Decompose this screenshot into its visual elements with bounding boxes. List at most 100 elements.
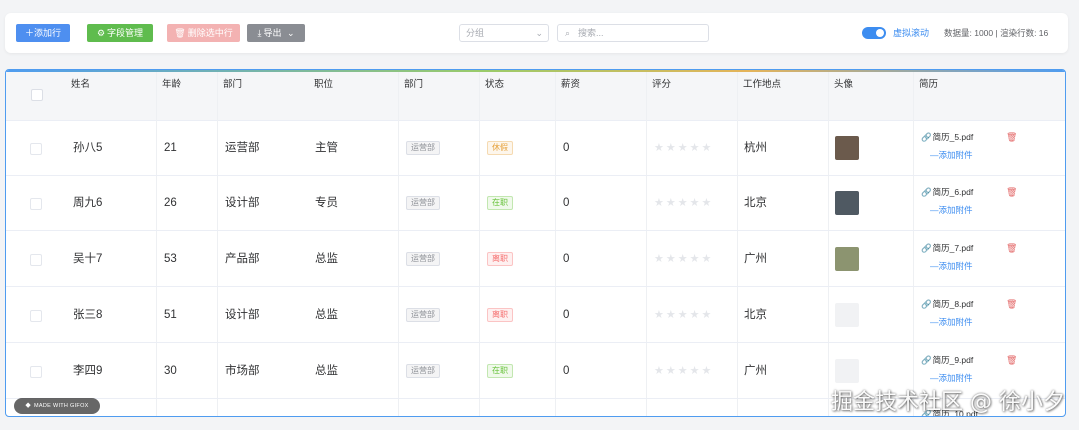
- cell-dept: 设计部: [225, 309, 260, 321]
- header-rating[interactable]: 评分: [652, 79, 671, 91]
- header-position[interactable]: 职位: [314, 79, 333, 91]
- header-location[interactable]: 工作地点: [743, 79, 781, 91]
- header-salary[interactable]: 薪资: [561, 79, 580, 91]
- header-dept[interactable]: 部门: [223, 79, 242, 91]
- chevron-down-icon: ⌄: [286, 28, 295, 38]
- cell-position: 总监: [315, 309, 338, 321]
- delete-file-icon[interactable]: 🗑: [1006, 132, 1017, 143]
- rating-stars[interactable]: ★★★★★: [654, 196, 713, 209]
- table-row[interactable]: 周九6 26 设计部 专员 运营部 在职 0 ★★★★★ 北京 🔗简历_6.pd…: [6, 175, 1065, 231]
- cell-salary: 0: [563, 365, 570, 377]
- cell-age: 26: [164, 197, 177, 209]
- rating-stars[interactable]: ★★★★★: [654, 308, 713, 321]
- add-attachment-link[interactable]: —添加附件: [930, 373, 973, 384]
- row-checkbox[interactable]: [30, 254, 42, 266]
- add-attachment-link[interactable]: —添加附件: [930, 261, 973, 272]
- field-manage-label: 字段管理: [107, 28, 144, 38]
- cell-name: 周九6: [73, 197, 103, 209]
- paperclip-icon: 🔗: [921, 355, 932, 365]
- paperclip-icon: 🔗: [921, 132, 932, 142]
- add-attachment-link[interactable]: —添加附件: [930, 317, 973, 328]
- cell-position: 总监: [315, 253, 338, 265]
- status-badge: 休假: [487, 141, 513, 155]
- status-badge: 离职: [487, 308, 513, 322]
- cell-salary: 0: [563, 142, 570, 154]
- gifox-label: MADE WITH GIFOX: [34, 403, 89, 409]
- table-row[interactable]: 孙八5 21 运营部 主管 运营部 休假 0 ★★★★★ 杭州 🔗简历_5.pd…: [6, 120, 1065, 176]
- resume-file-name: 简历_5.pdf: [932, 132, 974, 142]
- cell-age: 51: [164, 309, 177, 321]
- minus-icon: —: [930, 373, 939, 383]
- dept-tag: 运营部: [406, 364, 440, 378]
- header-name[interactable]: 姓名: [71, 79, 90, 91]
- add-attachment-link[interactable]: —添加附件: [930, 150, 973, 161]
- toggle-knob: [876, 29, 884, 37]
- header-avatar[interactable]: 头像: [834, 79, 853, 91]
- status-badge: 在职: [487, 364, 513, 378]
- add-row-label: ＋添加行: [24, 28, 61, 38]
- header-resume[interactable]: 简历: [919, 79, 938, 91]
- fox-icon: ◆: [25, 402, 32, 409]
- row-checkbox[interactable]: [30, 310, 42, 322]
- trash-icon: 🗑: [174, 28, 186, 38]
- resume-link[interactable]: 🔗简历_7.pdf: [921, 243, 973, 254]
- cell-position: 主管: [315, 142, 338, 154]
- table-row[interactable]: 吴十7 53 产品部 总监 运营部 离职 0 ★★★★★ 广州 🔗简历_7.pd…: [6, 231, 1065, 287]
- avatar-thumbnail[interactable]: [835, 247, 859, 271]
- gifox-badge: ◆ MADE WITH GIFOX: [14, 398, 100, 414]
- avatar-thumbnail[interactable]: [835, 191, 859, 215]
- dept-tag: 运营部: [406, 308, 440, 322]
- cell-dept: 市场部: [225, 365, 260, 377]
- row-checkbox[interactable]: [30, 198, 42, 210]
- dept-tag: 运营部: [406, 252, 440, 266]
- data-table: 姓名 年龄 部门 职位 部门 状态 薪资 评分 工作地点 头像 简历 孙八5 2…: [5, 69, 1066, 417]
- virtual-scroll-toggle[interactable]: [862, 27, 886, 39]
- delete-selected-label: 删除选中行: [187, 28, 233, 38]
- resume-file-name: 简历_8.pdf: [932, 299, 974, 309]
- resume-link[interactable]: 🔗简历_9.pdf: [921, 355, 973, 366]
- cell-dept: 产品部: [225, 253, 260, 265]
- select-all-checkbox[interactable]: [31, 89, 43, 101]
- cell-name: 孙八5: [73, 142, 103, 154]
- rating-stars[interactable]: ★★★★★: [654, 141, 713, 154]
- minus-icon: —: [930, 261, 939, 271]
- minus-icon: —: [930, 150, 939, 160]
- export-label: 导出: [263, 28, 282, 38]
- group-select-placeholder: 分组: [466, 28, 485, 38]
- cell-location: 北京: [744, 197, 767, 209]
- add-attachment-label: 添加附件: [938, 317, 973, 327]
- rating-stars[interactable]: ★★★★★: [654, 364, 713, 377]
- delete-file-icon[interactable]: 🗑: [1006, 299, 1017, 310]
- resume-file-name: 简历_7.pdf: [932, 243, 974, 253]
- add-row-button[interactable]: ＋添加行: [16, 24, 70, 42]
- avatar-thumbnail[interactable]: [835, 303, 859, 327]
- header-status[interactable]: 状态: [485, 79, 504, 91]
- search-input[interactable]: [578, 26, 703, 40]
- avatar-thumbnail[interactable]: [835, 136, 859, 160]
- row-checkbox[interactable]: [30, 366, 42, 378]
- cell-position: 专员: [315, 197, 338, 209]
- resume-link[interactable]: 🔗简历_8.pdf: [921, 299, 973, 310]
- export-dropdown-button[interactable]: ⤓ 导出 ⌄: [247, 24, 305, 42]
- table-row[interactable]: 张三8 51 设计部 总监 运营部 离职 0 ★★★★★ 北京 🔗简历_8.pd…: [6, 287, 1065, 343]
- header-dept-tag[interactable]: 部门: [404, 79, 423, 91]
- avatar-thumbnail[interactable]: [835, 359, 859, 383]
- paperclip-icon: 🔗: [921, 243, 932, 253]
- paperclip-icon: 🔗: [921, 299, 932, 309]
- group-select[interactable]: 分组 ⌄: [459, 24, 549, 42]
- resume-link[interactable]: 🔗简历_6.pdf: [921, 187, 973, 198]
- status-badge: 离职: [487, 252, 513, 266]
- header-age[interactable]: 年龄: [162, 79, 181, 91]
- rating-stars[interactable]: ★★★★★: [654, 252, 713, 265]
- watermark: 掘金技术社区 @ 徐小夕: [831, 390, 1065, 415]
- cell-salary: 0: [563, 309, 570, 321]
- row-checkbox[interactable]: [30, 143, 42, 155]
- delete-selected-button[interactable]: 🗑 删除选中行: [167, 24, 240, 42]
- gear-icon: ⚙: [96, 28, 106, 38]
- field-manage-button[interactable]: ⚙ 字段管理: [87, 24, 153, 42]
- delete-file-icon[interactable]: 🗑: [1006, 187, 1017, 198]
- delete-file-icon[interactable]: 🗑: [1006, 355, 1017, 366]
- add-attachment-link[interactable]: —添加附件: [930, 205, 973, 216]
- resume-link[interactable]: 🔗简历_5.pdf: [921, 132, 973, 143]
- delete-file-icon[interactable]: 🗑: [1006, 243, 1017, 254]
